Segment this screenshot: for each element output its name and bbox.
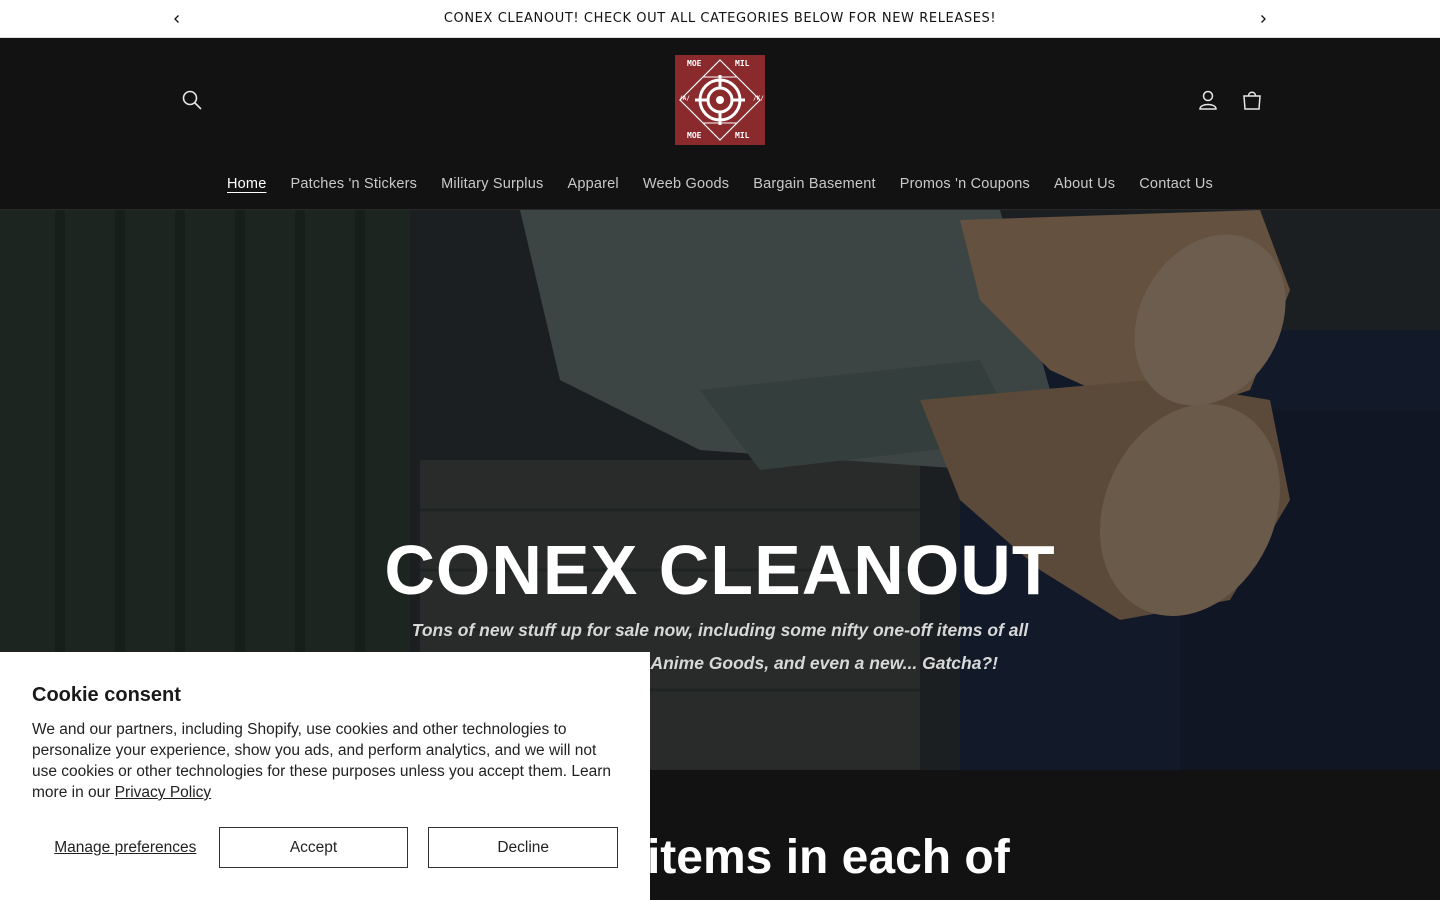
cookie-actions: Manage preferences Accept Decline — [32, 827, 619, 868]
nav-item-apparel[interactable]: Apparel — [555, 172, 630, 196]
accept-button[interactable]: Accept — [218, 827, 409, 868]
shopping-bag-icon — [1243, 91, 1261, 110]
announcement-text[interactable]: CONEX CLEANOUT! CHECK OUT ALL CATEGORIES… — [444, 11, 996, 26]
main-navigation: Home Patches 'n Stickers Military Surplu… — [0, 172, 1440, 196]
account-button[interactable] — [1190, 82, 1226, 118]
logo-text-bottom-left: MOE — [687, 131, 702, 140]
previous-announcement-button[interactable] — [166, 8, 188, 30]
logo-text-bottom-right: MIL — [735, 131, 750, 140]
nav-item-home[interactable]: Home — [215, 172, 278, 196]
site-header: MOE MIL MOE MIL /A/ /K/ Home Patches 'n … — [0, 38, 1440, 210]
cookie-consent-banner: Cookie consent We and our partners, incl… — [0, 652, 650, 900]
logo-text-left: /A/ — [679, 95, 690, 102]
hero-title: CONEX CLEANOUT — [384, 531, 1056, 609]
nav-item-bargain-basement[interactable]: Bargain Basement — [741, 172, 888, 196]
nav-item-contact-us[interactable]: Contact Us — [1127, 172, 1225, 196]
nav-item-weeb-goods[interactable]: Weeb Goods — [631, 172, 741, 196]
manage-preferences-link[interactable]: Manage preferences — [32, 839, 219, 857]
user-icon — [1199, 90, 1217, 110]
nav-item-military-surplus[interactable]: Military Surplus — [429, 172, 555, 196]
site-logo[interactable]: MOE MIL MOE MIL /A/ /K/ — [675, 55, 765, 145]
cart-button[interactable] — [1234, 82, 1270, 118]
nav-item-patches-stickers[interactable]: Patches 'n Stickers — [278, 172, 429, 196]
nav-item-about-us[interactable]: About Us — [1042, 172, 1127, 196]
search-button[interactable] — [174, 82, 210, 118]
cookie-title: Cookie consent — [32, 684, 181, 706]
chevron-right-icon — [1261, 15, 1266, 23]
logo-text-top-right: MIL — [735, 59, 750, 68]
chevron-left-icon — [174, 15, 179, 23]
logo-text-right: /K/ — [753, 95, 764, 102]
announcement-bar: CONEX CLEANOUT! CHECK OUT ALL CATEGORIES… — [0, 0, 1440, 38]
search-icon — [182, 90, 202, 110]
decline-button[interactable]: Decline — [428, 827, 619, 868]
cookie-body: We and our partners, including Shopify, … — [32, 719, 612, 803]
next-announcement-button[interactable] — [1252, 8, 1274, 30]
privacy-policy-link[interactable]: Privacy Policy — [115, 784, 211, 801]
logo-text-top-left: MOE — [687, 59, 702, 68]
nav-item-promos-coupons[interactable]: Promos 'n Coupons — [888, 172, 1042, 196]
